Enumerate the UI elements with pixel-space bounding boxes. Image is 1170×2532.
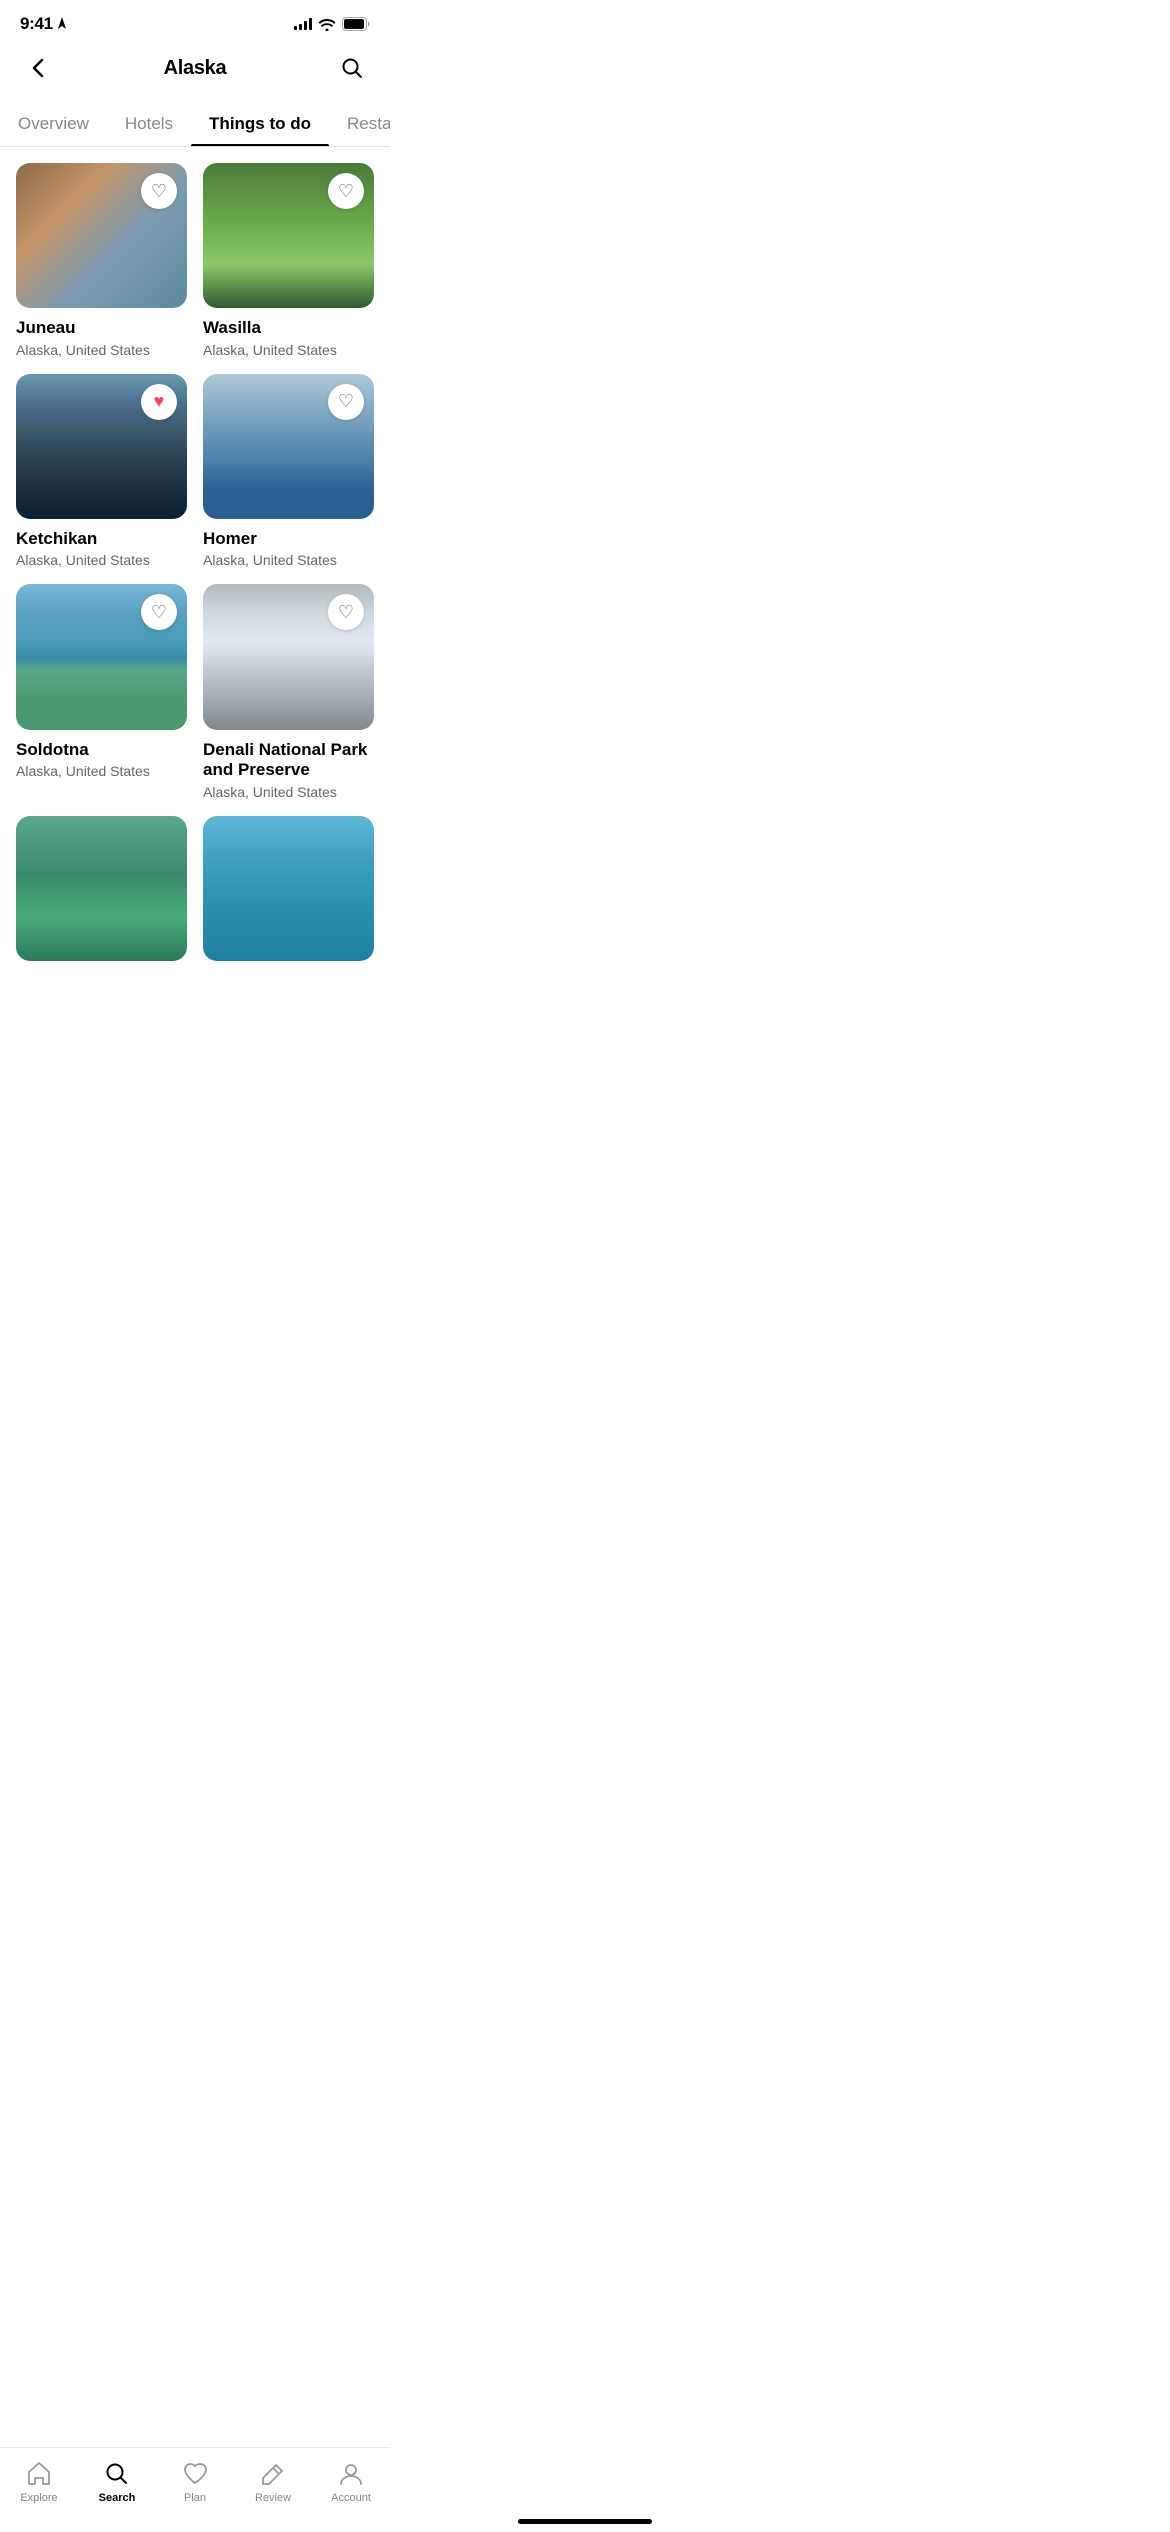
heart-icon-ketchikan: ♥	[154, 391, 165, 412]
card-subtitle-soldotna: Alaska, United States	[16, 763, 187, 779]
card-homer[interactable]: ♡ Homer Alaska, United States	[203, 374, 374, 569]
card-denali[interactable]: ♡ Denali National Park and Preserve Alas…	[203, 584, 374, 799]
card-wasilla[interactable]: ♡ Wasilla Alaska, United States	[203, 163, 374, 358]
card-subtitle-wasilla: Alaska, United States	[203, 342, 374, 358]
card-name-denali: Denali National Park and Preserve	[203, 740, 374, 781]
card-name-juneau: Juneau	[16, 318, 187, 338]
heart-icon-soldotna: ♡	[151, 602, 167, 623]
card-juneau[interactable]: ♡ Juneau Alaska, United States	[16, 163, 187, 358]
card-name-ketchikan: Ketchikan	[16, 529, 187, 549]
heart-icon-denali: ♡	[338, 602, 354, 623]
partial-card-1[interactable]	[16, 816, 187, 961]
status-bar: 9:41	[0, 0, 390, 42]
card-image-wasilla: ♡	[203, 163, 374, 308]
battery-icon	[342, 17, 370, 31]
card-soldotna[interactable]: ♡ Soldotna Alaska, United States	[16, 584, 187, 799]
tab-overview[interactable]: Overview	[0, 102, 107, 146]
card-ketchikan[interactable]: ♥ Ketchikan Alaska, United States	[16, 374, 187, 569]
card-name-wasilla: Wasilla	[203, 318, 374, 338]
tab-things-to-do[interactable]: Things to do	[191, 102, 329, 146]
nav-plan[interactable]: Plan	[156, 2460, 234, 2504]
card-subtitle-homer: Alaska, United States	[203, 552, 374, 568]
bottom-nav: Explore Search Plan Review	[0, 2447, 390, 2532]
location-arrow-icon	[57, 17, 67, 31]
card-subtitle-ketchikan: Alaska, United States	[16, 552, 187, 568]
card-image-homer: ♡	[203, 374, 374, 519]
back-button[interactable]	[20, 50, 56, 86]
partial-cards-row	[16, 816, 374, 977]
nav-review[interactable]: Review	[234, 2460, 312, 2504]
card-subtitle-juneau: Alaska, United States	[16, 342, 187, 358]
heart-icon-juneau: ♡	[151, 181, 167, 202]
nav-explore[interactable]: Explore	[0, 2460, 78, 2504]
content-area: ♡ Juneau Alaska, United States ♡ Wasilla…	[0, 147, 390, 1077]
destination-grid: ♡ Juneau Alaska, United States ♡ Wasilla…	[16, 147, 374, 816]
heart-nav-icon	[181, 2460, 209, 2488]
card-image-ketchikan: ♥	[16, 374, 187, 519]
heart-icon-wasilla: ♡	[338, 181, 354, 202]
header: Alaska	[0, 42, 390, 102]
search-header-button[interactable]	[334, 50, 370, 86]
person-nav-icon	[337, 2460, 365, 2488]
favorite-button-ketchikan[interactable]: ♥	[141, 384, 177, 420]
favorite-button-juneau[interactable]: ♡	[141, 173, 177, 209]
nav-account[interactable]: Account	[312, 2460, 390, 2504]
partial-card-2[interactable]	[203, 816, 374, 961]
tab-hotels[interactable]: Hotels	[107, 102, 191, 146]
card-image-soldotna: ♡	[16, 584, 187, 729]
card-image-juneau: ♡	[16, 163, 187, 308]
card-subtitle-denali: Alaska, United States	[203, 784, 374, 800]
favorite-button-homer[interactable]: ♡	[328, 384, 364, 420]
nav-search[interactable]: Search	[78, 2460, 156, 2504]
tab-restaurants[interactable]: Restaurants	[329, 102, 390, 146]
nav-plan-label: Plan	[184, 2492, 206, 2504]
home-icon	[25, 2460, 53, 2488]
card-image-denali: ♡	[203, 584, 374, 729]
card-name-homer: Homer	[203, 529, 374, 549]
nav-search-label: Search	[99, 2492, 136, 2504]
card-name-soldotna: Soldotna	[16, 740, 187, 760]
wifi-icon	[318, 18, 336, 31]
nav-account-label: Account	[331, 2492, 371, 2504]
nav-review-label: Review	[255, 2492, 291, 2504]
tab-bar: Overview Hotels Things to do Restaurants	[0, 102, 390, 147]
home-indicator	[518, 2519, 652, 2524]
heart-icon-homer: ♡	[338, 391, 354, 412]
signal-icon	[294, 18, 312, 30]
nav-explore-label: Explore	[20, 2492, 57, 2504]
search-nav-icon	[103, 2460, 131, 2488]
status-icons	[294, 17, 370, 31]
status-time: 9:41	[20, 14, 53, 34]
favorite-button-wasilla[interactable]: ♡	[328, 173, 364, 209]
pencil-nav-icon	[259, 2460, 287, 2488]
page-title: Alaska	[164, 57, 227, 80]
